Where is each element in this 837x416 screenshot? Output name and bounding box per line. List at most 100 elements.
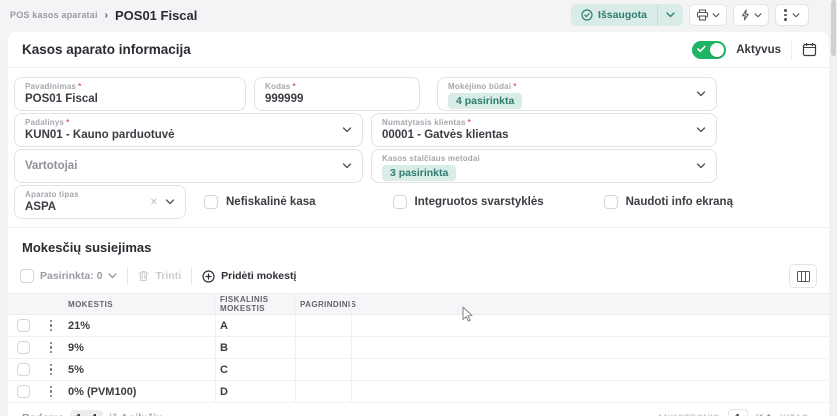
field-value: POS01 Fiscal <box>25 93 235 105</box>
field-value: 00001 - Gatvės klientas <box>382 129 706 141</box>
cell-fiskalinis: A <box>215 315 295 336</box>
saved-button[interactable]: Išsaugota <box>571 4 657 26</box>
chevron-down-icon <box>696 127 706 133</box>
cell-pagrindinis <box>295 381 351 402</box>
checkbox-icon[interactable] <box>604 195 618 209</box>
saved-split-button[interactable]: Išsaugota <box>571 4 683 26</box>
machine-info-form: Pavadinimas* POS01 Fiscal Kodas* 999999 … <box>8 68 829 219</box>
showing-label: Rodoma <box>22 412 64 416</box>
trash-icon <box>138 270 149 282</box>
selected-count-badge: 4 pasirinkta <box>448 93 522 109</box>
row-checkbox[interactable] <box>17 363 30 376</box>
field-value: 999999 <box>265 93 409 105</box>
selected-count-badge: 3 pasirinkta <box>382 165 456 181</box>
add-tax-button[interactable]: Pridėti mokestį <box>202 270 296 283</box>
field-vartotojai[interactable]: Vartotojai <box>14 149 363 183</box>
checkbox-icon[interactable] <box>204 195 218 209</box>
chevron-down-icon <box>712 13 720 18</box>
field-numatytasis-klientas[interactable]: Numatytasis klientas* 00001 - Gatvės kli… <box>371 113 717 147</box>
row-menu-icon[interactable] <box>38 320 64 332</box>
tax-section-title: Mokesčių susiejimas <box>8 228 829 263</box>
cell-mokestis: 21% <box>64 320 215 332</box>
row-menu-icon[interactable] <box>38 386 64 398</box>
row-menu-icon[interactable] <box>38 342 64 354</box>
row-checkbox[interactable] <box>17 341 30 354</box>
chevron-down-icon <box>754 13 762 18</box>
chevron-down-icon <box>666 12 675 18</box>
table-row[interactable]: 9% B <box>8 337 829 359</box>
checkbox-icon[interactable] <box>393 195 407 209</box>
actions-button[interactable] <box>733 4 769 26</box>
field-padalinys[interactable]: Padalinys* KUN01 - Kauno parduotuvė <box>14 113 363 147</box>
select-all-checkbox[interactable] <box>20 269 34 283</box>
chevron-down-icon <box>696 163 706 169</box>
plus-circle-icon <box>202 270 215 283</box>
add-tax-button-label: Pridėti mokestį <box>221 270 296 282</box>
cell-pagrindinis <box>295 337 351 358</box>
active-toggle-label: Aktyvus <box>736 44 781 56</box>
required-asterisk: * <box>513 82 516 91</box>
page-number-input[interactable]: 1 <box>728 409 748 416</box>
field-label: Numatytasis klientas <box>382 118 466 127</box>
chevron-down-icon <box>696 91 706 97</box>
topbar-actions: Išsaugota <box>571 4 817 26</box>
checkbox-integruotos-svarstykles[interactable]: Integruotos svarstyklės <box>393 185 544 219</box>
column-settings-button[interactable] <box>789 264 817 288</box>
column-header-pagrindinis[interactable]: Pagrindinis <box>295 294 351 314</box>
checkbox-nefiskaline-kasa[interactable]: Nefiskalinė kasa <box>204 185 316 219</box>
chevron-down-icon <box>342 127 352 133</box>
table-row[interactable]: 5% C <box>8 359 829 381</box>
table-row[interactable]: 21% A <box>8 315 829 337</box>
breadcrumb-chevron-icon: › <box>105 10 108 21</box>
card-title: Kasos aparato informacija <box>22 42 191 57</box>
checkbox-label: Naudoti info ekraną <box>626 196 733 208</box>
field-kodas[interactable]: Kodas* 999999 <box>254 77 420 111</box>
field-aparato-tipas[interactable]: Aparato tipas ASPA × <box>14 185 186 219</box>
field-label: Mokėjimo būdai <box>448 82 511 91</box>
cell-fiskalinis: D <box>215 381 295 402</box>
row-checkbox[interactable] <box>17 385 30 398</box>
column-header-mokestis[interactable]: Mokestis <box>64 300 215 309</box>
chevron-down-icon <box>165 199 175 205</box>
required-asterisk: * <box>66 118 69 127</box>
main-card: Kasos aparato informacija Aktyvus Pavadi… <box>8 32 829 416</box>
card-header: Kasos aparato informacija Aktyvus <box>8 32 829 68</box>
columns-icon <box>797 271 810 282</box>
saved-button-label: Išsaugota <box>598 9 647 21</box>
more-menu-button[interactable] <box>775 4 809 26</box>
tax-table: Mokestis Fiskalinis mokestis Pagrindinis… <box>8 293 829 403</box>
select-all-control[interactable]: Pasirinkta: 0 <box>20 269 117 283</box>
field-pavadinimas[interactable]: Pavadinimas* POS01 Fiscal <box>14 77 246 111</box>
required-asterisk: * <box>468 118 471 127</box>
active-toggle[interactable] <box>692 41 726 59</box>
cell-mokestis: 0% (PVM100) <box>64 386 215 398</box>
cell-pagrindinis <box>295 359 351 380</box>
breadcrumb-parent[interactable]: POS kasos aparatai <box>10 10 98 20</box>
checkbox-label: Nefiskalinė kasa <box>226 196 316 208</box>
print-button[interactable] <box>689 4 727 26</box>
scrollbar-thumb[interactable] <box>831 0 836 56</box>
required-asterisk: * <box>78 82 81 91</box>
breadcrumb-current: POS01 Fiscal <box>115 8 197 23</box>
delete-button[interactable]: Trinti <box>138 270 181 282</box>
field-placeholder: Vartotojai <box>25 160 77 172</box>
row-menu-icon[interactable] <box>38 364 64 376</box>
table-footer: Rodoma 1 - 4 iš 4 eilučių ‹ Ankstesnis 1… <box>8 403 829 416</box>
clear-icon[interactable]: × <box>151 196 157 208</box>
scrollbar-track[interactable] <box>830 0 837 416</box>
table-row[interactable]: 0% (PVM100) D <box>8 381 829 403</box>
printer-icon <box>696 9 709 21</box>
kebab-icon <box>784 9 787 21</box>
field-kasos-stalciaus-metodai[interactable]: Kasos stalčiaus metodai 3 pasirinkta <box>371 149 717 183</box>
toggle-check-icon <box>697 45 706 53</box>
field-label: Aparato tipas <box>25 190 79 199</box>
field-mokejimo-budai[interactable]: Mokėjimo būdai* 4 pasirinkta <box>437 77 717 111</box>
field-value: KUN01 - Kauno parduotuvė <box>25 129 352 141</box>
chevron-down-icon <box>342 163 352 169</box>
checkbox-naudoti-info-ekrana[interactable]: Naudoti info ekraną <box>604 185 733 219</box>
cell-mokestis: 5% <box>64 364 215 376</box>
calendar-icon[interactable] <box>802 42 817 57</box>
column-header-fiskalinis[interactable]: Fiskalinis mokestis <box>215 294 295 314</box>
row-checkbox[interactable] <box>17 319 30 332</box>
saved-caret-button[interactable] <box>657 4 683 26</box>
